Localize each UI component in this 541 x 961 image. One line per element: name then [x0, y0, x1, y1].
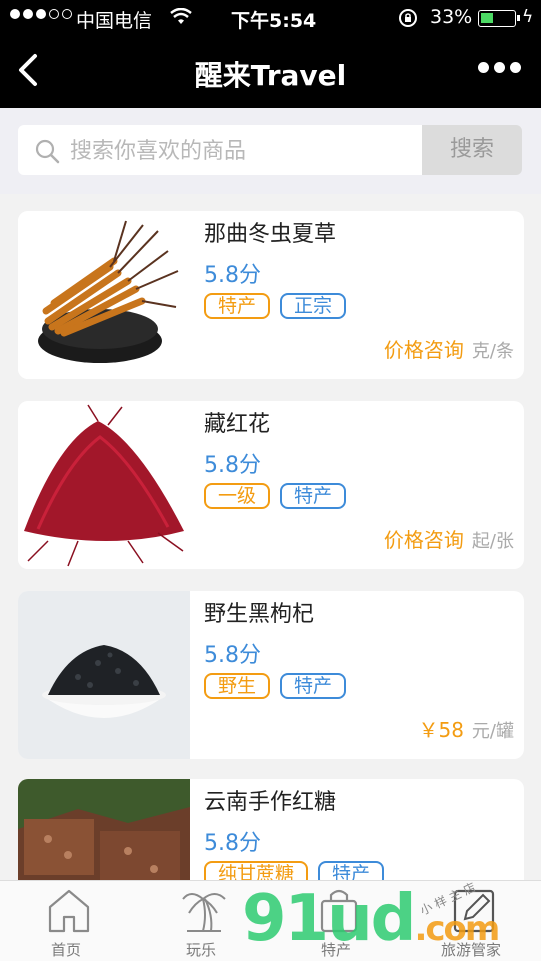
clock: 下午5:54: [231, 10, 317, 32]
page-title: 醒来Travel: [194, 59, 347, 92]
tag-list: 一级 特产: [204, 483, 347, 509]
signal-strength-icon: [10, 9, 72, 19]
black-goji-image: [18, 591, 190, 759]
tag: 一级: [204, 483, 271, 509]
product-score: 5.8分: [204, 643, 261, 668]
more-icon[interactable]: [478, 62, 521, 73]
search-field: [18, 125, 423, 175]
product-card[interactable]: 云南手作红糖 5.8分 纯甘蔗糖 特产: [18, 779, 524, 880]
tag-list: 野生 特产: [204, 673, 347, 699]
tag: 特产: [318, 861, 385, 880]
tag-list: 纯甘蔗糖 特产: [204, 861, 385, 880]
price-value: 价格咨询: [383, 528, 464, 552]
search-icon: [34, 138, 60, 168]
rotation-lock-icon: [398, 8, 418, 33]
product-price: 价格咨询 起/张: [384, 524, 514, 553]
price-unit: 克/条: [471, 341, 514, 362]
wifi-icon: [170, 7, 192, 31]
product-name: 藏红花: [204, 412, 271, 437]
brown-sugar-image: [18, 779, 190, 880]
navigation-bar: 醒来Travel: [0, 36, 541, 108]
product-price: ￥58 元/罐: [418, 714, 514, 743]
tab-label: 首页: [50, 941, 81, 959]
tag-list: 特产 正宗: [204, 293, 347, 319]
product-score: 5.8分: [204, 453, 261, 478]
price-unit: 元/罐: [471, 721, 514, 742]
battery-icon: [478, 10, 520, 27]
battery-percent: 33%: [430, 6, 473, 28]
search-input[interactable]: [68, 135, 412, 167]
product-card[interactable]: 藏红花 5.8分 一级 特产 价格咨询 起/张: [18, 401, 524, 569]
carrier-name: 中国电信: [76, 10, 153, 32]
product-card[interactable]: 野生黑枸杞 5.8分 野生 特产 ￥58 元/罐: [18, 591, 524, 759]
saffron-image: [18, 401, 190, 569]
charging-icon: ϟ: [522, 7, 534, 27]
product-score: 5.8分: [204, 263, 261, 288]
price-value: 价格咨询: [383, 338, 464, 362]
product-name: 云南手作红糖: [204, 790, 337, 815]
cordyceps-image: [18, 211, 190, 379]
tag: 野生: [204, 673, 271, 699]
price-unit: 起/张: [471, 531, 514, 552]
product-list: 那曲冬虫夏草 5.8分 特产 正宗 价格咨询 克/条 藏红花 5.8分 一级 特产…: [0, 194, 541, 880]
search-bar: 搜索: [0, 108, 541, 194]
product-price: 价格咨询 克/条: [384, 334, 514, 363]
status-bar: 中国电信 下午5:54 33% ϟ: [0, 0, 541, 36]
home-icon: [46, 885, 92, 939]
tag: 特产: [280, 673, 347, 699]
product-name: 野生黑枸杞: [204, 602, 315, 627]
search-button[interactable]: 搜索: [422, 125, 522, 175]
tag: 特产: [204, 293, 271, 319]
tag: 特产: [280, 483, 347, 509]
tab-home[interactable]: 首页: [6, 881, 126, 961]
tag: 纯甘蔗糖: [204, 861, 309, 880]
tag: 正宗: [280, 293, 347, 319]
product-name: 那曲冬虫夏草: [204, 222, 337, 247]
price-value: ￥58: [418, 718, 464, 742]
product-card[interactable]: 那曲冬虫夏草 5.8分 特产 正宗 价格咨询 克/条: [18, 211, 524, 379]
palm-tree-icon: [181, 885, 227, 939]
product-score: 5.8分: [204, 831, 261, 856]
